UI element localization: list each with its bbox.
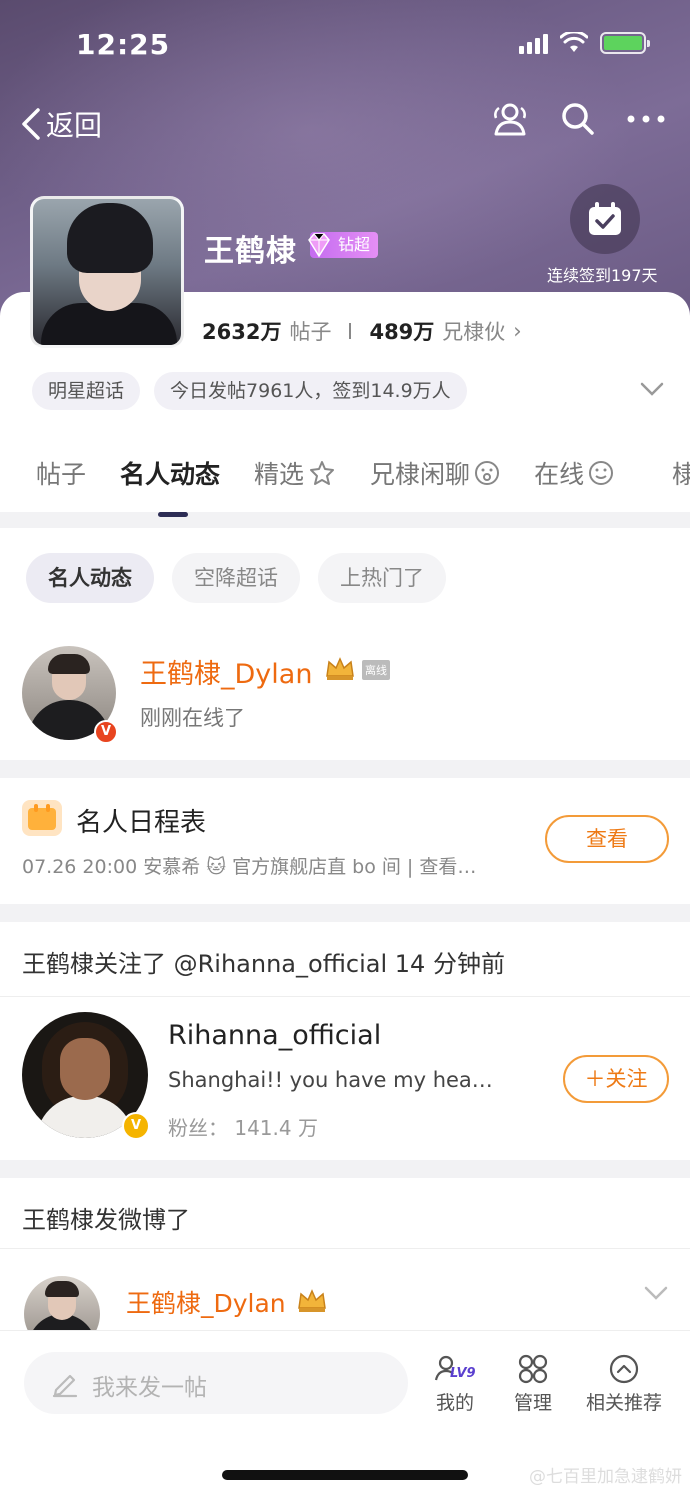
tab-chat[interactable]: 兄棣闲聊 [370, 455, 500, 491]
category-pill[interactable]: 明星超话 [32, 372, 141, 410]
topic-name: 王鹤棣 [204, 234, 297, 269]
thin-divider [0, 996, 690, 997]
back-label: 返回 [46, 109, 103, 142]
status-icons [519, 32, 650, 54]
status-time: 12:25 [76, 28, 171, 61]
tab-online[interactable]: 在线 [534, 455, 614, 491]
level-badge: LV9 [450, 1366, 476, 1381]
section-divider [0, 510, 690, 528]
subtab-airdrop[interactable]: 空降超话 [172, 553, 300, 603]
checkin-button[interactable] [570, 184, 640, 254]
fans-count[interactable]: 489万 [369, 316, 434, 346]
recommend-button[interactable]: 相关推荐 [586, 1354, 662, 1415]
follow-section-title: 王鹤棣关注了 @Rihanna_official 14 分钟前 [22, 950, 505, 978]
mine-button[interactable]: LV9 我的 [432, 1354, 478, 1415]
watermark: @七百里加急逮鹤妍 [529, 1467, 682, 1487]
schedule-title: 名人日程表 [76, 808, 207, 838]
manage-grid-icon [518, 1354, 548, 1384]
schedule-desc[interactable]: 07.26 20:00 安慕希 🐱 官方旗舰店直 bo 间 | 查看… [22, 852, 522, 879]
section-divider [0, 904, 690, 922]
today-stats-pill[interactable]: 今日发帖7961人，签到14.9万人 [154, 372, 467, 410]
mine-label: 我的 [435, 1392, 474, 1414]
verified-badge-icon: V [94, 720, 118, 744]
crown-icon [298, 1289, 326, 1312]
celebrity-subtabs: 名人动态 空降超话 上热门了 [26, 553, 446, 603]
chevron-down-icon[interactable] [640, 382, 664, 396]
schedule-icon [22, 800, 62, 836]
chevron-down-icon[interactable] [644, 1286, 668, 1300]
tab-featured[interactable]: 精选 [254, 455, 336, 491]
fans-label[interactable]: 兄棣伙 [442, 316, 505, 346]
chevron-up-circle-icon [609, 1354, 639, 1384]
tab-overflow[interactable]: 棣 [672, 455, 690, 491]
battery-icon [600, 32, 650, 54]
post-author-name[interactable]: 王鹤棣_Dylan [126, 1284, 286, 1320]
followed-user-fans: 粉丝： 141.4 万 [168, 1116, 318, 1140]
diamond-icon [308, 233, 330, 258]
featured-icon [310, 461, 335, 485]
followed-user-desc: Shanghai!! you have my hea… [168, 1068, 493, 1092]
topic-pills: 明星超话 今日发帖7961人，签到14.9万人 [32, 372, 467, 410]
crown-icon [326, 657, 354, 680]
followed-user-name[interactable]: Rihanna_official [168, 1020, 381, 1051]
online-status: 刚刚在线了 [140, 706, 245, 730]
signal-icon [519, 32, 548, 54]
subtab-celebrity-updates[interactable]: 名人动态 [26, 553, 154, 603]
manage-button[interactable]: 管理 [514, 1354, 552, 1415]
thin-divider [0, 1248, 690, 1249]
search-icon[interactable] [560, 101, 596, 137]
offline-tag: 离线 [362, 660, 390, 680]
compose-input[interactable] [24, 1352, 408, 1414]
subtab-trending[interactable]: 上热门了 [318, 553, 446, 603]
back-button[interactable]: 返回 [20, 104, 102, 144]
celebrity-name[interactable]: 王鹤棣_Dylan [140, 652, 312, 691]
home-indicator[interactable] [222, 1470, 468, 1480]
topic-tabs: 帖子 名人动态 精选 兄棣闲聊 在线 [36, 455, 614, 517]
fans-chevron-icon[interactable]: › [513, 319, 521, 343]
tab-celebrity-updates[interactable]: 名人动态 [120, 455, 220, 517]
manage-label: 管理 [514, 1392, 553, 1414]
compose-placeholder: 我来发一帖 [92, 1375, 207, 1401]
section-divider [0, 760, 690, 778]
verified-badge-icon: V [122, 1112, 150, 1140]
schedule-view-button[interactable]: 查看 [545, 815, 669, 863]
posts-label: 帖子 [289, 320, 332, 344]
post-section-title: 王鹤棣发微博了 [22, 1206, 190, 1234]
more-icon[interactable] [626, 114, 666, 124]
topic-avatar[interactable] [30, 196, 184, 348]
calendar-check-icon [589, 202, 621, 235]
pencil-icon [52, 1374, 78, 1398]
stats-divider [349, 323, 352, 339]
group-chat-icon[interactable] [490, 100, 530, 138]
checkin-streak: 连续签到197天 [547, 266, 658, 285]
nav-actions [490, 100, 666, 138]
topic-stats: 2632万 帖子 489万 兄棣伙 › [202, 316, 522, 346]
follow-button[interactable]: ＋关注 [563, 1055, 669, 1103]
posts-count: 2632万 [202, 320, 282, 344]
chevron-left-icon [22, 108, 40, 140]
recommend-label: 相关推荐 [586, 1392, 663, 1414]
smile-face-icon [589, 461, 614, 485]
wifi-icon [560, 32, 588, 52]
surprised-face-icon [475, 461, 500, 485]
tab-posts[interactable]: 帖子 [36, 455, 86, 491]
section-divider [0, 1160, 690, 1178]
